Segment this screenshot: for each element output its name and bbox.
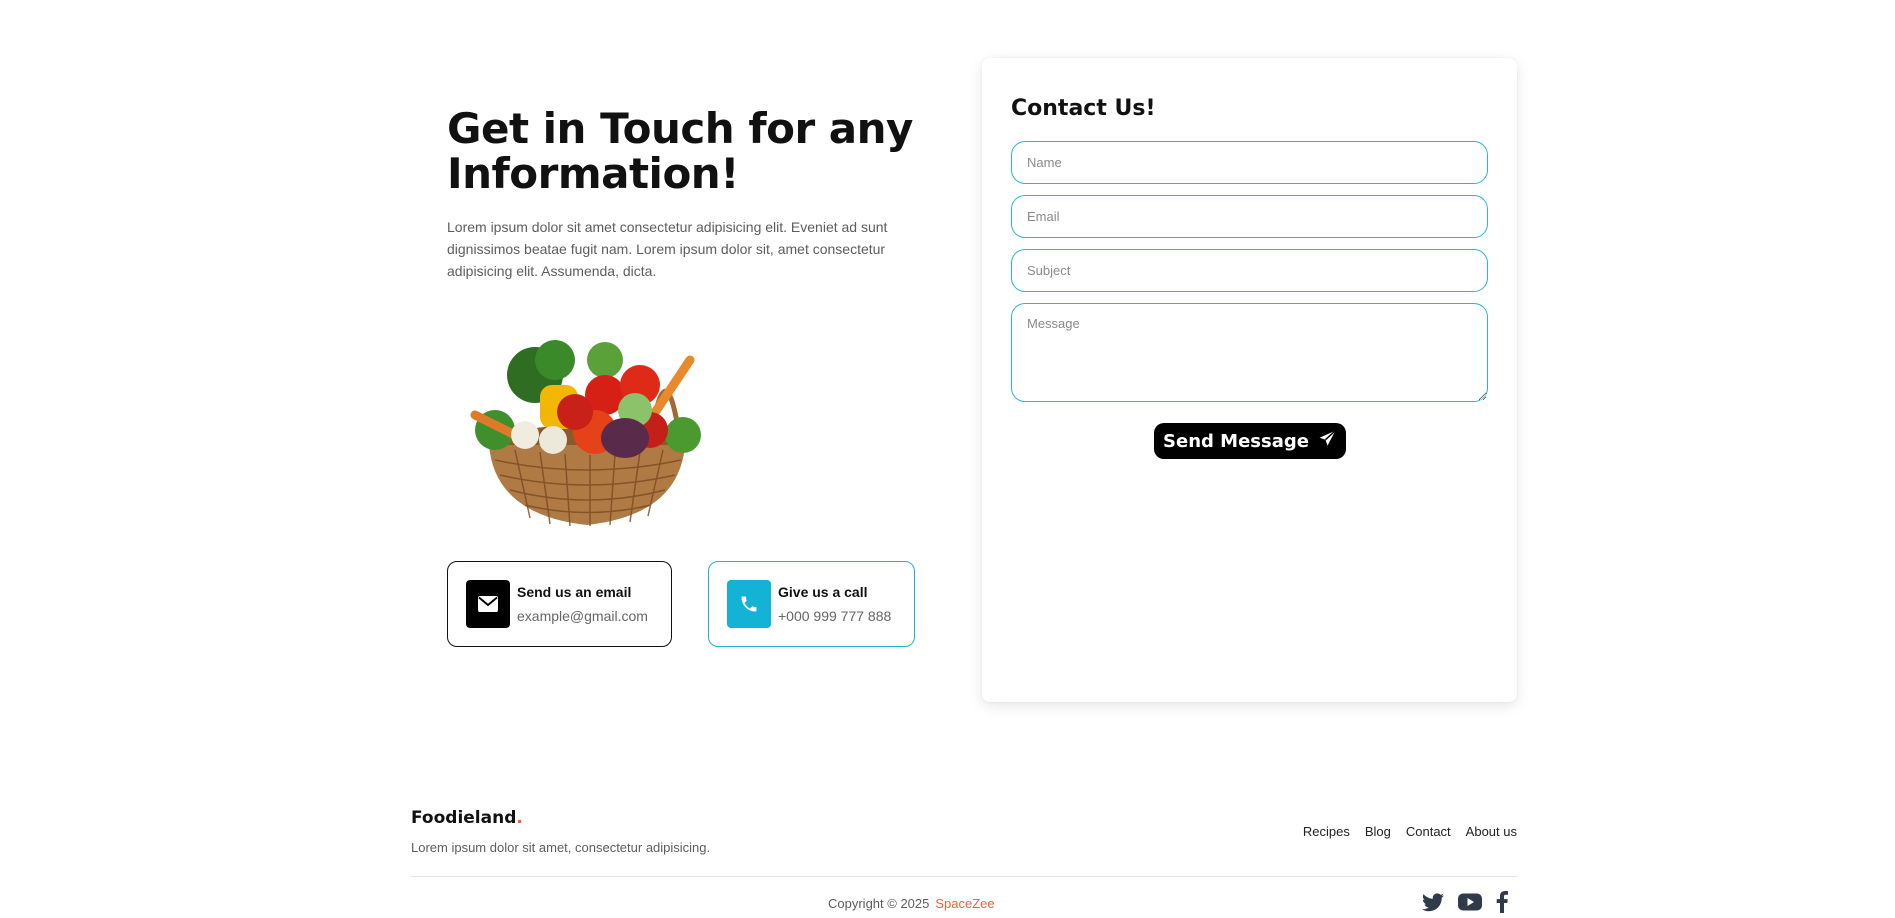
email-address[interactable]: example@gmail.com [517, 607, 648, 625]
facebook-icon[interactable] [1496, 891, 1508, 913]
social-links [1422, 891, 1508, 913]
hero-block: Get in Touch for any Information! Lorem … [447, 106, 927, 282]
phone-card-title: Give us a call [778, 584, 868, 600]
subject-input[interactable] [1011, 249, 1488, 292]
email-contact-card[interactable]: Send us an email example@gmail.com [447, 561, 672, 647]
footer-logo[interactable]: Foodieland. [411, 808, 523, 828]
footer-nav: Recipes Blog Contact About us [1303, 824, 1517, 839]
page-title: Get in Touch for any Information! [447, 104, 913, 198]
footer-link-recipes[interactable]: Recipes [1303, 824, 1350, 839]
phone-icon [727, 580, 771, 628]
copyright-brand-link[interactable]: SpaceZee [935, 896, 994, 911]
paper-plane-icon [1318, 429, 1337, 453]
footer-divider [411, 876, 1517, 877]
copyright-text: Copyright © 2025 SpaceZee [828, 896, 995, 911]
contact-form: Contact Us! Send Message [982, 58, 1517, 702]
message-textarea[interactable] [1011, 303, 1488, 402]
phone-number[interactable]: +000 999 777 888 [778, 607, 891, 625]
footer-tagline: Lorem ipsum dolor sit amet, consectetur … [411, 840, 711, 855]
phone-contact-card[interactable]: Give us a call +000 999 777 888 [708, 561, 915, 647]
envelope-icon [466, 580, 510, 628]
contact-form-title: Contact Us! [1011, 96, 1156, 121]
name-input[interactable] [1011, 141, 1488, 184]
footer-brand-name: Foodieland [411, 808, 517, 828]
footer-link-contact[interactable]: Contact [1406, 824, 1451, 839]
footer-brand-dot: . [516, 808, 523, 828]
email-input[interactable] [1011, 195, 1488, 238]
twitter-icon[interactable] [1422, 892, 1444, 912]
hero-description: Lorem ipsum dolor sit amet consectetur a… [447, 219, 888, 279]
send-message-button[interactable]: Send Message [1154, 423, 1346, 459]
copyright-label: Copyright © 2025 [828, 896, 930, 911]
email-card-title: Send us an email [517, 584, 632, 600]
send-message-label: Send Message [1163, 430, 1309, 452]
footer-link-blog[interactable]: Blog [1365, 824, 1391, 839]
footer-link-about[interactable]: About us [1466, 824, 1517, 839]
youtube-icon[interactable] [1458, 893, 1482, 911]
vegetable-basket-image [470, 340, 701, 527]
